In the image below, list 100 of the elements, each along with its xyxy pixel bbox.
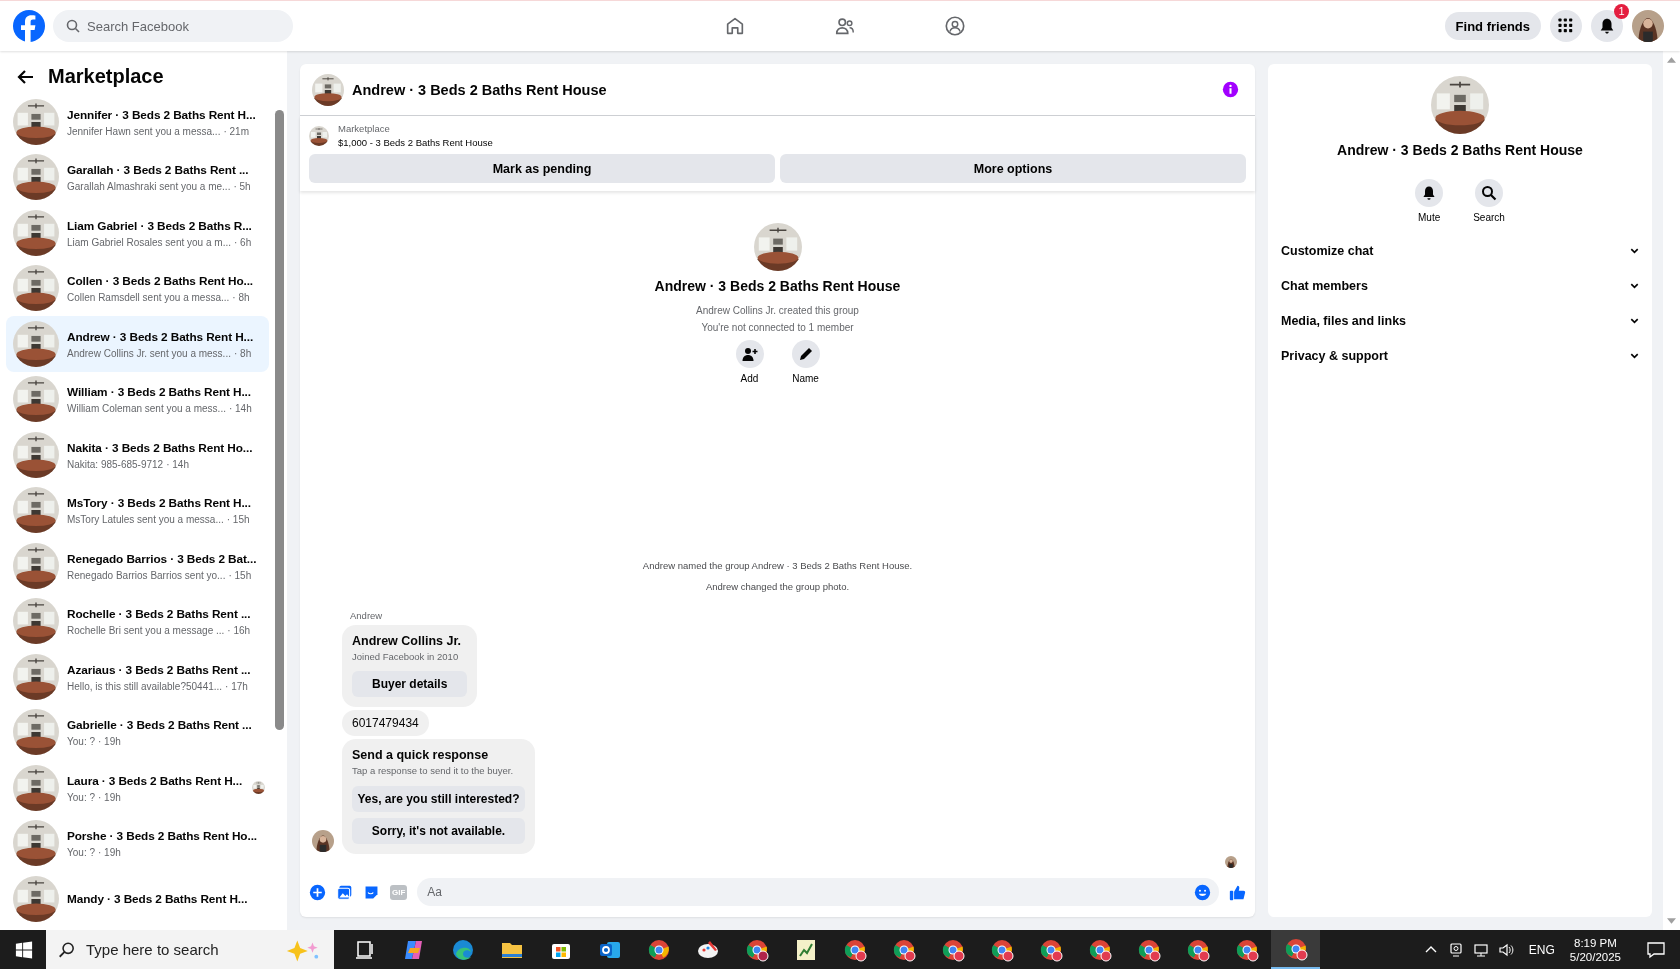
quick-response-button[interactable]: Yes, are you still interested? — [352, 786, 525, 812]
sender-name: Andrew — [350, 610, 384, 621]
groups-icon[interactable] — [944, 15, 966, 37]
buyer-details-button[interactable]: Buyer details — [352, 671, 468, 697]
message-time: · 5h — [233, 181, 251, 193]
chrome-icon[interactable] — [1136, 937, 1161, 962]
message-preview: Nakita: 985-685-9712 — [67, 458, 164, 470]
message-input[interactable]: Aa — [417, 878, 1219, 906]
chrome-icon[interactable] — [1185, 937, 1210, 962]
conversation-item[interactable]: MsTory · 3 Beds 2 Baths Rent H... MsTory Latules sent you a messa... · 15h — [6, 482, 269, 538]
message-preview: You: ? — [67, 736, 95, 748]
message-bubble: 6017479434 — [342, 710, 429, 736]
conversation-item[interactable]: William · 3 Beds 2 Baths Rent H... William Coleman sent you a mess... · 14h — [6, 371, 269, 427]
details-section-row[interactable]: Chat members — [1281, 268, 1640, 303]
group-info-text: You're not connected to 1 member — [701, 321, 854, 335]
buyer-subtitle: Joined Facebook in 2010 — [352, 651, 460, 662]
quick-response-title: Send a quick response — [352, 748, 490, 762]
chrome-icon[interactable] — [842, 937, 867, 962]
conversation-item[interactable]: Gabrielle · 3 Beds 2 Baths Rent ... You: ? · 19h — [6, 704, 269, 760]
conversation-name: Mandy · 3 Beds 2 Baths Rent H... — [67, 890, 248, 907]
conversation-name: Renegado Barrios · 3 Beds 2 Bat... — [67, 550, 257, 567]
conversation-item[interactable]: Mandy · 3 Beds 2 Baths Rent H... — [6, 871, 269, 927]
chrome-icon[interactable] — [989, 937, 1014, 962]
message-time: · 19h — [98, 736, 121, 748]
buyer-name: Andrew Collins Jr. — [352, 634, 463, 648]
chrome-icon[interactable] — [646, 937, 671, 962]
windows-start-icon[interactable] — [15, 940, 33, 959]
message-time: · 19h — [98, 847, 121, 859]
listing-label: Marketplace — [338, 123, 391, 134]
message-time: · 8h — [232, 292, 250, 304]
search-field[interactable]: Search Facebook — [53, 10, 293, 42]
message-time: · 15h — [226, 514, 250, 526]
home-icon[interactable] — [724, 15, 746, 37]
plus-icon[interactable] — [309, 883, 326, 901]
message-time: · 15h — [228, 569, 252, 581]
conversation-item[interactable]: Porshe · 3 Beds 2 Baths Rent Ho... You: ? · 19h — [6, 815, 269, 871]
speaker-icon[interactable] — [1497, 941, 1514, 958]
conversation-name: Jennifer · 3 Beds 2 Baths Rent H... — [67, 106, 256, 123]
find-friends-button[interactable]: Find friends — [1444, 12, 1541, 40]
bell-icon — [1598, 17, 1616, 35]
group-title: Andrew · 3 Beds 2 Baths Rent House — [654, 278, 901, 294]
chrome-icon[interactable] — [940, 937, 965, 962]
conversation-name: Laura · 3 Beds 2 Baths Rent H... — [67, 772, 243, 789]
chrome-icon[interactable] — [1234, 937, 1259, 962]
message-preview: You: ? — [67, 791, 95, 803]
conversation-name: Liam Gabriel · 3 Beds 2 Baths R... — [67, 217, 252, 234]
message-time: · 16h — [227, 625, 251, 637]
listing-action-button[interactable]: Mark as pending — [309, 154, 775, 183]
details-title: Andrew · 3 Beds 2 Baths Rent House — [1337, 142, 1583, 158]
chrome-icon[interactable] — [1087, 937, 1112, 962]
photo-icon[interactable] — [336, 883, 353, 901]
people-icon[interactable] — [834, 15, 856, 37]
conversation-item[interactable]: Renegado Barrios · 3 Beds 2 Bat... Renegado Barrios Barrios sent yo... · 15h — [6, 538, 269, 594]
chrome-icon[interactable] — [744, 937, 769, 962]
scroll-up-icon[interactable] — [1667, 57, 1676, 63]
search-icon — [1481, 185, 1497, 201]
conversation-item[interactable]: Nakita · 3 Beds 2 Baths Rent Ho... Nakita: 985-685-9712 · 14h — [6, 427, 269, 483]
chrome-icon[interactable] — [891, 937, 916, 962]
conversation-item[interactable]: Azariaus · 3 Beds 2 Baths Rent ... Hello, is this still available?50441... · 17h — [6, 649, 269, 705]
camera-icon[interactable] — [1447, 941, 1464, 958]
conversation-item[interactable]: Collen · 3 Beds 2 Baths Rent Ho... Collen Ramsdell sent you a messa... · 8h — [6, 260, 269, 316]
scroll-down-icon[interactable] — [1667, 918, 1676, 924]
chat-title: Andrew · 3 Beds 2 Baths Rent House — [352, 81, 607, 98]
group-event-text: Andrew changed the group photo. — [705, 581, 850, 592]
chrome-icon[interactable] — [1038, 937, 1063, 962]
network-icon[interactable] — [1472, 941, 1489, 958]
details-section-row[interactable]: Media, files and links — [1281, 303, 1640, 338]
details-section-row[interactable]: Privacy & support — [1281, 338, 1640, 373]
thumbs-up-icon[interactable] — [1229, 883, 1246, 901]
message-time: · 17h — [225, 680, 248, 692]
conversation-item[interactable]: Jennifer · 3 Beds 2 Baths Rent H... Jennifer Hawn sent you a messa... · 21m — [6, 94, 269, 150]
listing-action-button[interactable]: More options — [780, 154, 1246, 183]
taskbar-search-field[interactable]: Type here to search — [46, 930, 334, 969]
clock-time[interactable]: 8:19 PM — [1574, 936, 1617, 949]
message-preview: Collen Ramsdell sent you a messa... — [67, 292, 230, 304]
conversation-item[interactable]: Liam Gabriel · 3 Beds 2 Baths R... Liam Gabriel Rosales sent you a m... · 6h — [6, 205, 269, 261]
edge-icon[interactable] — [450, 937, 475, 962]
conversation-item[interactable]: Rochelle · 3 Beds 2 Baths Rent ... Rochelle Bri sent you a message ... · 16h — [6, 593, 269, 649]
chrome-icon[interactable] — [1283, 936, 1308, 961]
message-time: · 19h — [98, 791, 121, 803]
clock-date[interactable]: 5/20/2025 — [1569, 950, 1621, 963]
details-section-row[interactable]: Customize chat — [1281, 233, 1640, 268]
info-icon[interactable] — [1222, 81, 1239, 98]
conversation-name: Azariaus · 3 Beds 2 Baths Rent ... — [67, 661, 251, 678]
sidebar-title: Marketplace — [48, 65, 164, 88]
emoji-icon[interactable] — [1194, 883, 1211, 901]
group-event-text: Andrew named the group Andrew · 3 Beds 2 Baths Rent House. — [642, 560, 913, 571]
conversation-item[interactable]: Garallah · 3 Beds 2 Baths Rent ... Garallah Almashraki sent you a me... · 5h — [6, 149, 269, 205]
language-indicator[interactable]: ENG — [1528, 942, 1555, 957]
message-time: · 21m — [223, 125, 249, 137]
conversation-item[interactable]: Laura · 3 Beds 2 Baths Rent H... You: ? · 19h — [6, 760, 269, 816]
listing-title[interactable]: $1,000 - 3 Beds 2 Baths Rent House — [338, 137, 493, 148]
menu-button[interactable] — [1550, 10, 1582, 42]
message-preview: Liam Gabriel Rosales sent you a m... — [67, 236, 231, 248]
conversation-name: Garallah · 3 Beds 2 Baths Rent ... — [67, 162, 250, 179]
grid-menu-icon — [1558, 18, 1574, 34]
facebook-logo-icon[interactable] — [13, 10, 45, 42]
quick-response-button[interactable]: Sorry, it's not available. — [352, 818, 525, 844]
conversation-item[interactable]: Andrew · 3 Beds 2 Baths Rent H... Andrew Collins Jr. sent you a mess... · 8h — [6, 316, 269, 372]
notification-center-icon[interactable] — [1646, 939, 1666, 960]
